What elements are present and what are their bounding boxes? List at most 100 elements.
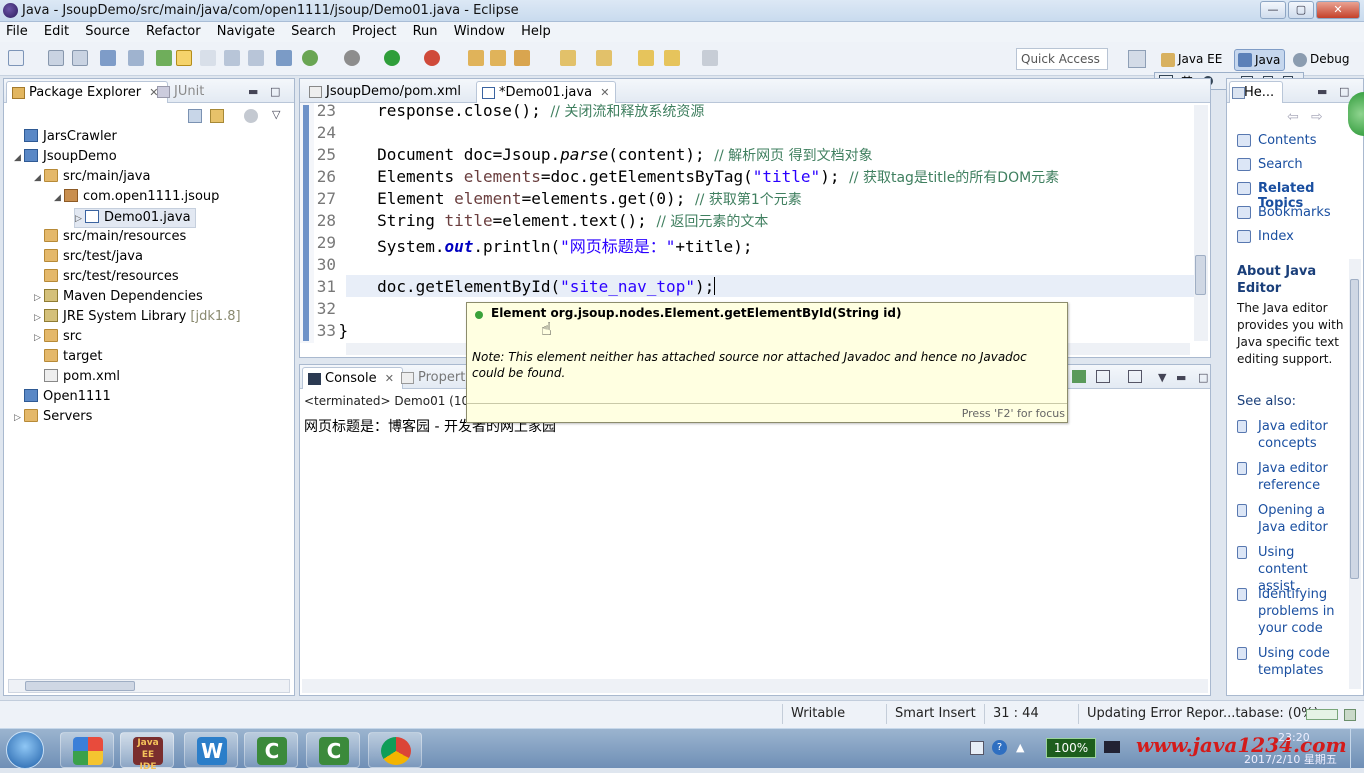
open-task-icon[interactable]	[514, 50, 530, 66]
tree-item-servers[interactable]: ▷ Servers	[14, 408, 92, 428]
tab-pom-xml[interactable]: JsoupDemo/pom.xml	[304, 81, 469, 103]
menu-navigate[interactable]: Navigate	[211, 22, 281, 41]
next-annotation-icon[interactable]	[560, 50, 576, 66]
collapsed-arrow-icon[interactable]: ▷	[75, 210, 85, 228]
minimize-view-icon[interactable]: ▬	[248, 85, 258, 98]
tab-console[interactable]: Console ✕	[302, 367, 403, 389]
collapsed-arrow-icon[interactable]: ▷	[14, 409, 24, 427]
tree-item-jre-library[interactable]: ▷ JRE System Library [jdk1.8]	[34, 308, 241, 328]
help-tray-icon[interactable]: ?	[992, 740, 1007, 755]
clock-time[interactable]: 23:20	[1278, 731, 1310, 744]
vertical-scrollbar[interactable]	[1194, 105, 1208, 341]
new-icon[interactable]	[8, 50, 24, 66]
expanded-arrow-icon[interactable]: ◢	[54, 189, 64, 207]
tree-item-pom-xml[interactable]: pom.xml	[34, 368, 120, 388]
expanded-arrow-icon[interactable]: ◢	[14, 149, 24, 167]
menu-project[interactable]: Project	[346, 22, 402, 41]
maximize-view-icon[interactable]: □	[1339, 85, 1349, 98]
last-edit-icon[interactable]	[638, 50, 654, 66]
tab-junit[interactable]: JUnit	[152, 81, 212, 103]
tree-item-jarscrawler[interactable]: JarsCrawler	[14, 128, 117, 148]
link-with-editor-icon[interactable]	[210, 109, 224, 123]
menu-search[interactable]: Search	[285, 22, 342, 41]
minimize-button[interactable]: —	[1260, 1, 1286, 19]
tree-item-src-test-resources[interactable]: src/test/resources	[34, 268, 179, 288]
menu-help[interactable]: Help	[515, 22, 557, 41]
power-icon[interactable]	[1104, 741, 1120, 753]
back-arrow-icon[interactable]: ⇦	[1287, 109, 1299, 125]
menu-window[interactable]: Window	[448, 22, 511, 41]
external-tools-icon[interactable]	[424, 50, 440, 66]
back-icon[interactable]	[664, 50, 680, 66]
save-all-icon[interactable]	[72, 50, 88, 66]
tab-package-explorer[interactable]: Package Explorer ✕	[6, 81, 168, 103]
prev-annotation-icon[interactable]	[596, 50, 612, 66]
perspective-java[interactable]: Java	[1234, 49, 1286, 71]
taskbar-app[interactable]: C	[306, 732, 360, 768]
progress-bar[interactable]	[1306, 709, 1338, 720]
tree-item-jsoupdemo[interactable]: ◢ JsoupDemo	[14, 148, 117, 168]
open-perspective-icon[interactable]	[1128, 50, 1146, 68]
floating-widget-icon[interactable]	[1348, 92, 1364, 136]
perspective-java-ee[interactable]: Java EE	[1158, 49, 1226, 71]
help-link-contents[interactable]: Contents	[1258, 133, 1316, 148]
open-console-icon[interactable]	[1128, 370, 1142, 383]
show-desktop-button[interactable]	[1350, 729, 1364, 769]
view-menu-icon[interactable]: ▽	[272, 108, 280, 121]
scrollbar-thumb[interactable]	[25, 681, 135, 691]
status-insert-mode[interactable]: Smart Insert	[895, 706, 976, 721]
tree-item-maven-dependencies[interactable]: ▷ Maven Dependencies	[34, 288, 203, 308]
taskbar-app[interactable]: W	[184, 732, 238, 768]
collapsed-arrow-icon[interactable]: ▷	[34, 289, 44, 307]
maximize-view-icon[interactable]: □	[270, 85, 280, 98]
format-icon[interactable]	[200, 50, 216, 66]
close-tab-icon[interactable]: ✕	[600, 86, 609, 99]
close-tab-icon[interactable]: ✕	[385, 372, 394, 385]
forward-arrow-icon[interactable]: ⇨	[1311, 109, 1323, 125]
debug-icon[interactable]	[344, 50, 360, 66]
collapsed-arrow-icon[interactable]: ▷	[34, 329, 44, 347]
menu-file[interactable]: File	[0, 22, 34, 41]
forward-icon[interactable]	[702, 50, 718, 66]
perspective-debug[interactable]: Debug	[1290, 49, 1353, 71]
maximize-button[interactable]: ▢	[1288, 1, 1314, 19]
tree-item-target[interactable]: target	[34, 348, 103, 368]
save-icon[interactable]	[48, 50, 64, 66]
tree-item-src-test-java[interactable]: src/test/java	[34, 248, 143, 268]
maximize-view-icon[interactable]: □	[1198, 371, 1208, 384]
focus-task-icon[interactable]	[244, 109, 258, 123]
tree-item-open1111[interactable]: Open1111	[14, 388, 111, 408]
menu-edit[interactable]: Edit	[38, 22, 75, 41]
pin-console-icon[interactable]	[1072, 370, 1086, 383]
menu-source[interactable]: Source	[79, 22, 136, 41]
menu-refactor[interactable]: Refactor	[140, 22, 207, 41]
help-link-bookmarks[interactable]: Bookmarks	[1258, 205, 1331, 220]
refresh-icon[interactable]	[302, 50, 318, 66]
tab-properties[interactable]: Properti	[396, 367, 477, 389]
see-also-link[interactable]: Java editor concepts	[1258, 418, 1342, 452]
see-also-link[interactable]: Identifying problems in your code	[1258, 586, 1342, 637]
tree-item-package[interactable]: ◢ com.open1111.jsoup	[54, 188, 219, 208]
tray-expand-icon[interactable]: ▲	[1016, 741, 1024, 754]
tray-screen-icon[interactable]	[970, 741, 984, 755]
skip-breakpoints-icon[interactable]	[128, 50, 144, 66]
tab-help[interactable]: He...	[1229, 81, 1284, 103]
vertical-scrollbar[interactable]	[1349, 259, 1361, 689]
display-console-icon[interactable]	[1096, 370, 1110, 383]
scrollbar-thumb[interactable]	[1350, 279, 1359, 579]
run-icon[interactable]	[384, 50, 400, 66]
taskbar-app[interactable]	[60, 732, 114, 768]
highlight-icon[interactable]	[176, 50, 192, 66]
minimize-view-icon[interactable]: ▬	[1176, 371, 1186, 384]
open-folder-icon[interactable]	[490, 50, 506, 66]
clock-date[interactable]: 2017/2/10 星期五	[1244, 751, 1337, 767]
print-icon[interactable]	[100, 50, 116, 66]
see-also-link[interactable]: Java editor reference	[1258, 460, 1342, 494]
close-button[interactable]: ✕	[1316, 1, 1360, 19]
collapse-all-icon[interactable]	[188, 109, 202, 123]
tree-item-demo01-java[interactable]: ▷ Demo01.java	[74, 208, 196, 228]
taskbar-app[interactable]: C	[244, 732, 298, 768]
help-link-index[interactable]: Index	[1258, 229, 1294, 244]
block-select-icon[interactable]	[248, 50, 264, 66]
expanded-arrow-icon[interactable]: ◢	[34, 169, 44, 187]
